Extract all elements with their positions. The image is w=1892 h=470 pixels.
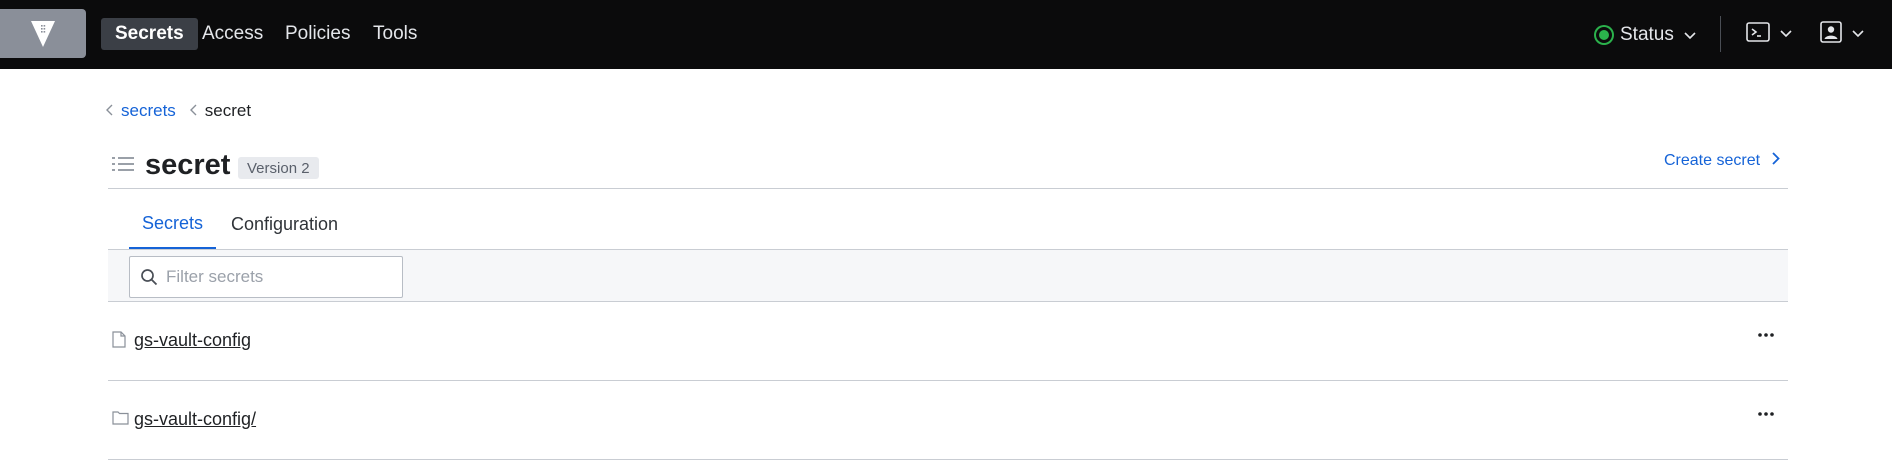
list-item-link[interactable]: gs-vault-config/: [134, 409, 256, 430]
nav-item-secrets[interactable]: Secrets: [101, 18, 198, 50]
more-options-icon[interactable]: [1758, 412, 1774, 416]
status-menu[interactable]: Status: [1596, 20, 1696, 50]
chevron-left-icon: [189, 101, 197, 121]
console-menu-button[interactable]: [1746, 18, 1792, 50]
top-nav: Secrets Access Policies Tools Status: [0, 0, 1892, 69]
terminal-icon: [1746, 21, 1770, 47]
list-icon: [112, 156, 134, 177]
create-secret-link[interactable]: Create secret: [1664, 152, 1780, 170]
tab-configuration[interactable]: Configuration: [231, 200, 338, 249]
chevron-down-icon: [1852, 25, 1864, 43]
folder-icon: [112, 410, 129, 425]
chevron-right-icon: [1772, 152, 1780, 170]
page-title: secret: [145, 149, 231, 181]
nav-divider: [1720, 16, 1721, 52]
more-options-icon[interactable]: [1758, 333, 1774, 337]
version-badge: Version 2: [238, 157, 319, 179]
filter-secrets-input[interactable]: [166, 267, 386, 287]
nav-item-tools[interactable]: Tools: [359, 18, 431, 50]
vault-logo-icon[interactable]: [0, 9, 86, 58]
filter-toolbar: [108, 250, 1788, 302]
chevron-down-icon: [1780, 25, 1792, 43]
list-item[interactable]: gs-vault-config/: [108, 382, 1788, 460]
list-item-link[interactable]: gs-vault-config: [134, 330, 251, 351]
list-item[interactable]: gs-vault-config: [108, 303, 1788, 381]
file-icon: [112, 331, 126, 348]
user-menu-button[interactable]: [1820, 18, 1864, 50]
filter-field[interactable]: [129, 256, 403, 298]
breadcrumb-item-secrets[interactable]: secrets: [106, 101, 176, 121]
status-indicator-icon: [1596, 27, 1612, 43]
create-secret-label: Create secret: [1664, 152, 1761, 169]
user-icon: [1820, 20, 1842, 48]
breadcrumb-current: secret: [204, 101, 252, 120]
nav-item-access[interactable]: Access: [188, 18, 277, 50]
title-divider: [108, 188, 1788, 189]
breadcrumb-item-secret: secret: [189, 101, 252, 121]
nav-item-policies[interactable]: Policies: [271, 18, 364, 50]
tab-secrets[interactable]: Secrets: [129, 200, 216, 249]
chevron-left-icon: [106, 101, 113, 121]
search-icon: [140, 268, 158, 286]
breadcrumb: secrets secret: [106, 99, 251, 123]
breadcrumb-link-secrets[interactable]: secrets: [121, 101, 176, 121]
chevron-down-icon: [1684, 24, 1696, 46]
status-label: Status: [1620, 24, 1674, 45]
